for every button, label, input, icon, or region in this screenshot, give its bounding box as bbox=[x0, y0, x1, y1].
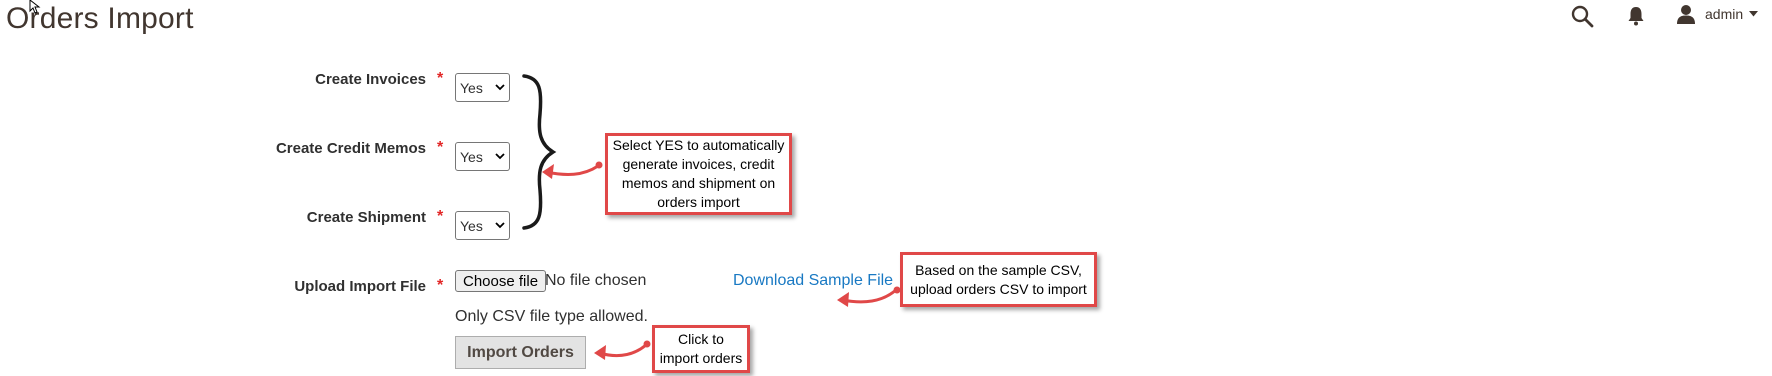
invoices-label: Create Invoices bbox=[315, 71, 426, 88]
user-icon[interactable] bbox=[1676, 4, 1696, 24]
callout-line: upload orders CSV to import bbox=[910, 280, 1087, 297]
callout-line: Based on the sample CSV, bbox=[915, 261, 1082, 278]
callout-line: generate invoices, credit bbox=[622, 156, 775, 172]
required-marker: * bbox=[437, 70, 444, 87]
choose-file-button[interactable]: Choose file bbox=[455, 270, 547, 292]
credit-memos-label: Create Credit Memos bbox=[275, 140, 426, 157]
create-invoices-value: Yes bbox=[460, 79, 483, 96]
file-type-hint: Only CSV file type allowed. bbox=[455, 308, 648, 325]
caret-down-icon bbox=[1749, 11, 1759, 17]
callout-line: Click to bbox=[678, 331, 724, 347]
callout-sample-csv: Based on the sample CSV, upload orders C… bbox=[900, 252, 1097, 307]
chevron-down-icon bbox=[495, 153, 505, 160]
chevron-down-icon bbox=[495, 222, 505, 229]
import-orders-button[interactable]: Import Orders bbox=[455, 336, 586, 369]
shipment-label: Create Shipment bbox=[306, 209, 426, 226]
create-credit-memos-select[interactable]: Yes bbox=[455, 142, 510, 171]
callout-line: Select YES to automatically bbox=[612, 137, 785, 153]
required-marker: * bbox=[437, 139, 444, 156]
bell-icon[interactable] bbox=[1627, 6, 1645, 26]
create-shipment-value: Yes bbox=[460, 217, 483, 234]
chevron-down-icon bbox=[495, 84, 505, 91]
file-status: No file chosen bbox=[545, 272, 647, 289]
callout-line: orders import bbox=[657, 194, 740, 210]
create-invoices-select[interactable]: Yes bbox=[455, 73, 510, 102]
required-marker: * bbox=[437, 277, 444, 294]
search-icon[interactable] bbox=[1570, 4, 1594, 28]
upload-label: Upload Import File bbox=[294, 278, 426, 295]
mouse-cursor-icon bbox=[29, 0, 41, 14]
curly-brace-annotation bbox=[522, 74, 557, 230]
callout-line: import orders bbox=[659, 350, 743, 366]
arrow-to-sample-link bbox=[837, 286, 901, 307]
admin-label: admin bbox=[1705, 6, 1744, 22]
required-marker: * bbox=[437, 208, 444, 225]
admin-menu[interactable]: admin bbox=[1705, 6, 1759, 22]
arrow-to-brace bbox=[542, 161, 603, 179]
arrow-to-import-button bbox=[594, 340, 651, 360]
callout-yes-options: Select YES to automatically generate inv… bbox=[605, 133, 792, 215]
callout-line: memos and shipment on bbox=[621, 175, 776, 191]
callout-import: Click to import orders bbox=[652, 325, 750, 373]
create-shipment-select[interactable]: Yes bbox=[455, 211, 510, 240]
create-credit-memos-value: Yes bbox=[460, 148, 483, 165]
